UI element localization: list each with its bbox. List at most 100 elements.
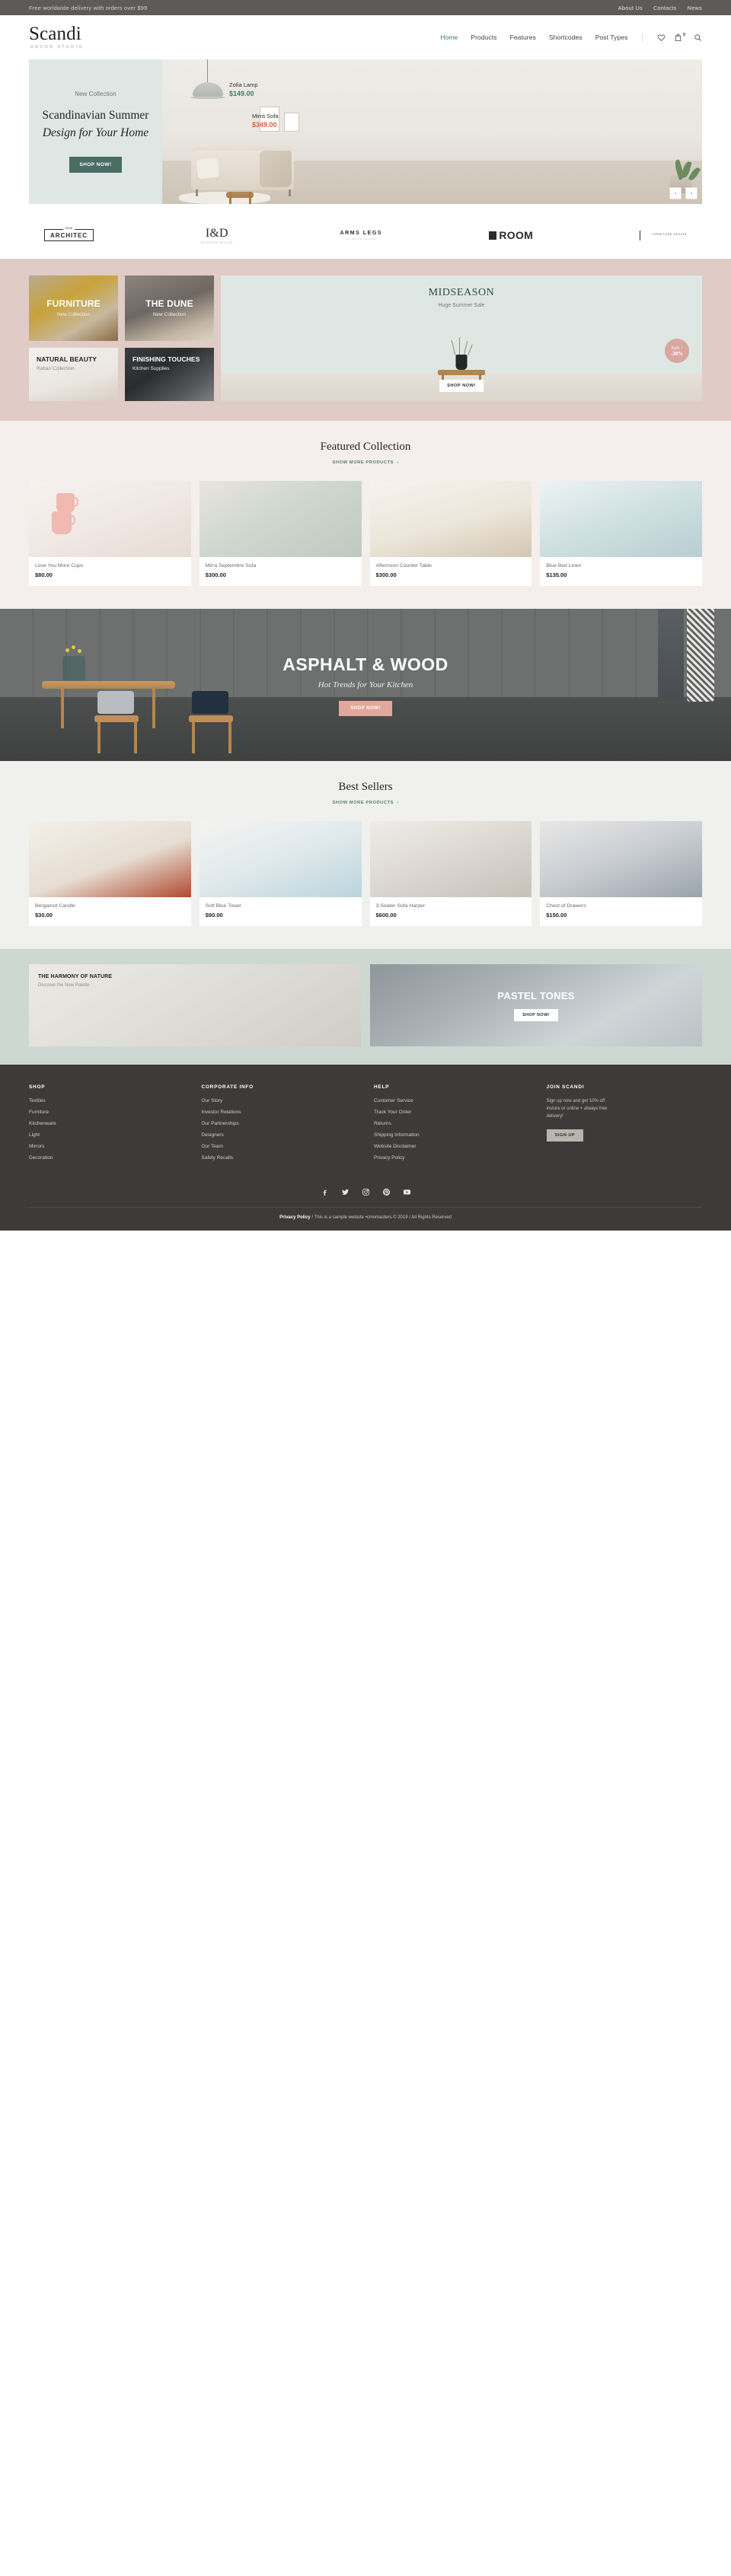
cup-shape [52, 511, 75, 534]
tile-title: NATURAL BEAUTY [37, 355, 97, 363]
category-tile-natural-beauty[interactable]: NATURAL BEAUTY Rattan Collection [29, 348, 118, 401]
brand-logo-id[interactable]: I&D INTERIOR DESIGN [200, 225, 233, 245]
sale-badge: Sale ! -30% [665, 339, 689, 363]
nav-item-shortcodes[interactable]: Shortcodes [549, 33, 583, 41]
footer-column-heading: HELP [374, 1084, 390, 1090]
search-icon[interactable] [694, 33, 702, 42]
tile-text: FURNITURE New Collection [29, 298, 118, 317]
footer-link[interactable]: Privacy Policy [374, 1155, 530, 1161]
best-sellers-show-more-link[interactable]: SHOW MORE PRODUCTS › [332, 801, 398, 805]
pinterest-icon[interactable] [382, 1186, 391, 1196]
promo-card-text: THE HARMONY OF NATURE Discover the New P… [38, 973, 112, 988]
footer-column-corporate-info: CORPORATE INFO Our Story Investor Relati… [202, 1084, 358, 1167]
banner-shop-now-button[interactable]: SHOP NOW! [339, 700, 392, 716]
promo-card-harmony-of-nature[interactable]: THE HARMONY OF NATURE Discover the New P… [29, 964, 361, 1046]
cart-button[interactable]: 0 [674, 33, 685, 42]
hero-tag-price: $149.00 [229, 90, 254, 97]
product-price: $135.00 [546, 572, 567, 578]
product-name: Chest of Drawers [546, 903, 586, 909]
brand-logo-architec[interactable]: 2016 ARCHITEC [44, 225, 94, 245]
footer-link[interactable]: Shipping Information [374, 1132, 530, 1138]
nav-item-features[interactable]: Features [510, 33, 536, 41]
footer-link[interactable]: Our Team [202, 1144, 358, 1149]
category-tile-the-dune[interactable]: THE DUNE New Collection [125, 275, 214, 341]
product-card[interactable]: Soft Blue Towel $90.00 [199, 821, 362, 926]
topbar-link-contacts[interactable]: Contacts [653, 5, 677, 11]
footer-link[interactable]: Returns [374, 1121, 530, 1126]
product-info: Blue Bed Linen $135.00 [540, 557, 702, 586]
brand-logo-room[interactable]: ROOM [489, 225, 533, 245]
promo-shop-now-button[interactable]: SHOP NOW! [439, 380, 484, 392]
product-image [369, 481, 532, 557]
category-tile-furniture[interactable]: FURNITURE New Collection [29, 275, 118, 341]
footer-link[interactable]: Investor Relations [202, 1110, 358, 1115]
midseason-promo-card[interactable]: MIDSEASON Huge Summer Sale Sale ! -30% S… [221, 275, 702, 401]
product-info: Mirra Septembre Sofa $300.00 [200, 557, 362, 586]
facebook-icon[interactable] [321, 1186, 329, 1196]
footer-link[interactable]: Track Your Order [374, 1110, 530, 1115]
category-tile-finishing-touches[interactable]: FINISHING TOUCHES Kitchen Supplies [125, 348, 214, 401]
hero-prev-arrow[interactable]: ‹ [669, 187, 682, 199]
promo-card-pastel-tones[interactable]: PASTEL TONES SHOP NOW! [370, 964, 702, 1046]
hero-shop-now-button[interactable]: SHOP NOW! [69, 156, 122, 173]
nav-item-post-types[interactable]: Post Types [595, 33, 628, 41]
hero-sofa-leg [196, 189, 198, 196]
footer-link[interactable]: Furniture [29, 1110, 185, 1115]
promo-subtitle: Huge Summer Sale [438, 303, 485, 308]
brand-logo-furniture-design[interactable]: FURNITURE DESIGN [640, 225, 687, 245]
privacy-policy-link[interactable]: Privacy Policy [279, 1215, 311, 1220]
product-info: Soft Blue Towel $90.00 [200, 897, 362, 926]
chevron-right-icon: › [397, 801, 399, 805]
product-card[interactable]: Chest of Drawers $150.00 [540, 821, 702, 926]
nav-item-home[interactable]: Home [440, 33, 458, 41]
hero-wall-frame-2 [284, 113, 299, 132]
best-sellers-product-grid: Bergamot Candle $30.00 Soft Blue Towel $… [29, 821, 702, 926]
featured-show-more-link[interactable]: SHOW MORE PRODUCTS › [332, 460, 398, 465]
promo-card-shop-now-button[interactable]: SHOP NOW! [514, 1008, 558, 1021]
asphalt-wood-banner[interactable]: ASPHALT & WOOD Hot Trends for Your Kitch… [0, 609, 731, 761]
nav-item-products[interactable]: Products [471, 33, 496, 41]
social-links [29, 1167, 702, 1207]
product-name: Bergamot Candle [35, 903, 75, 909]
youtube-icon[interactable] [403, 1186, 411, 1195]
footer-link[interactable]: Light [29, 1132, 185, 1138]
hero-stool-leg [229, 192, 231, 204]
product-card[interactable]: Mirra Septembre Sofa $300.00 [199, 481, 362, 586]
sign-up-button[interactable]: SIGN UP [546, 1129, 584, 1142]
id-sub: INTERIOR DESIGN [200, 240, 234, 244]
page-root: Free worldwide delivery with orders over… [0, 0, 731, 1231]
product-card[interactable]: 3-Seater Sofa Harper $600.00 [369, 821, 532, 926]
footer-link[interactable]: Website Disclaimer [374, 1144, 530, 1149]
footer-link[interactable]: Our Story [202, 1098, 358, 1103]
product-price: $150.00 [546, 912, 567, 919]
header-icons: 0 [657, 33, 702, 42]
product-name: Blue Bed Linen [546, 563, 582, 568]
topbar-link-news[interactable]: News [688, 5, 702, 11]
footer-link[interactable]: Textiles [29, 1098, 185, 1103]
topbar-link-about[interactable]: About Us [618, 5, 643, 11]
bottom-promo-band: THE HARMONY OF NATURE Discover the New P… [0, 949, 731, 1065]
brand-logo[interactable]: Scandi DECOR STUDIO [29, 24, 84, 50]
instagram-icon[interactable] [362, 1186, 370, 1196]
footer-link-list: Customer Service Track Your Order Return… [374, 1098, 530, 1161]
footer-column-help: HELP Customer Service Track Your Order R… [374, 1084, 530, 1167]
footer-link[interactable]: Mirrors [29, 1144, 185, 1149]
product-card[interactable]: Blue Bed Linen $135.00 [540, 481, 702, 586]
footer-link[interactable]: Safety Recalls [202, 1155, 358, 1161]
footer-link[interactable]: Designers [202, 1132, 358, 1138]
hero-product-tag-sofa[interactable]: Mirra Sofa $349.00 [252, 113, 279, 129]
footer-column-heading: JOIN SCANDI [546, 1084, 585, 1090]
footer-link[interactable]: Customer Service [374, 1098, 530, 1103]
product-card[interactable]: Love You More Cups $80.00 [29, 481, 191, 586]
hero-product-tag-lamp[interactable]: Zofia Lamp $149.00 [229, 81, 258, 97]
heart-icon[interactable] [657, 33, 666, 42]
product-card[interactable]: Bergamot Candle $30.00 [29, 821, 191, 926]
footer-link[interactable]: Our Partnerships [202, 1121, 358, 1126]
hero-next-arrow[interactable]: › [685, 187, 697, 199]
footer-link[interactable]: Kitchenware [29, 1121, 185, 1126]
newsletter-description: Sign up now and get 10% off instore or o… [546, 1099, 608, 1119]
product-card[interactable]: Afternoon Counter Table $300.00 [369, 481, 532, 586]
twitter-icon[interactable] [341, 1186, 350, 1196]
brand-logo-arms-legs[interactable]: ARMS LEGS INTERIOR DESIGN [340, 225, 382, 245]
footer-link[interactable]: Decoration [29, 1155, 185, 1161]
